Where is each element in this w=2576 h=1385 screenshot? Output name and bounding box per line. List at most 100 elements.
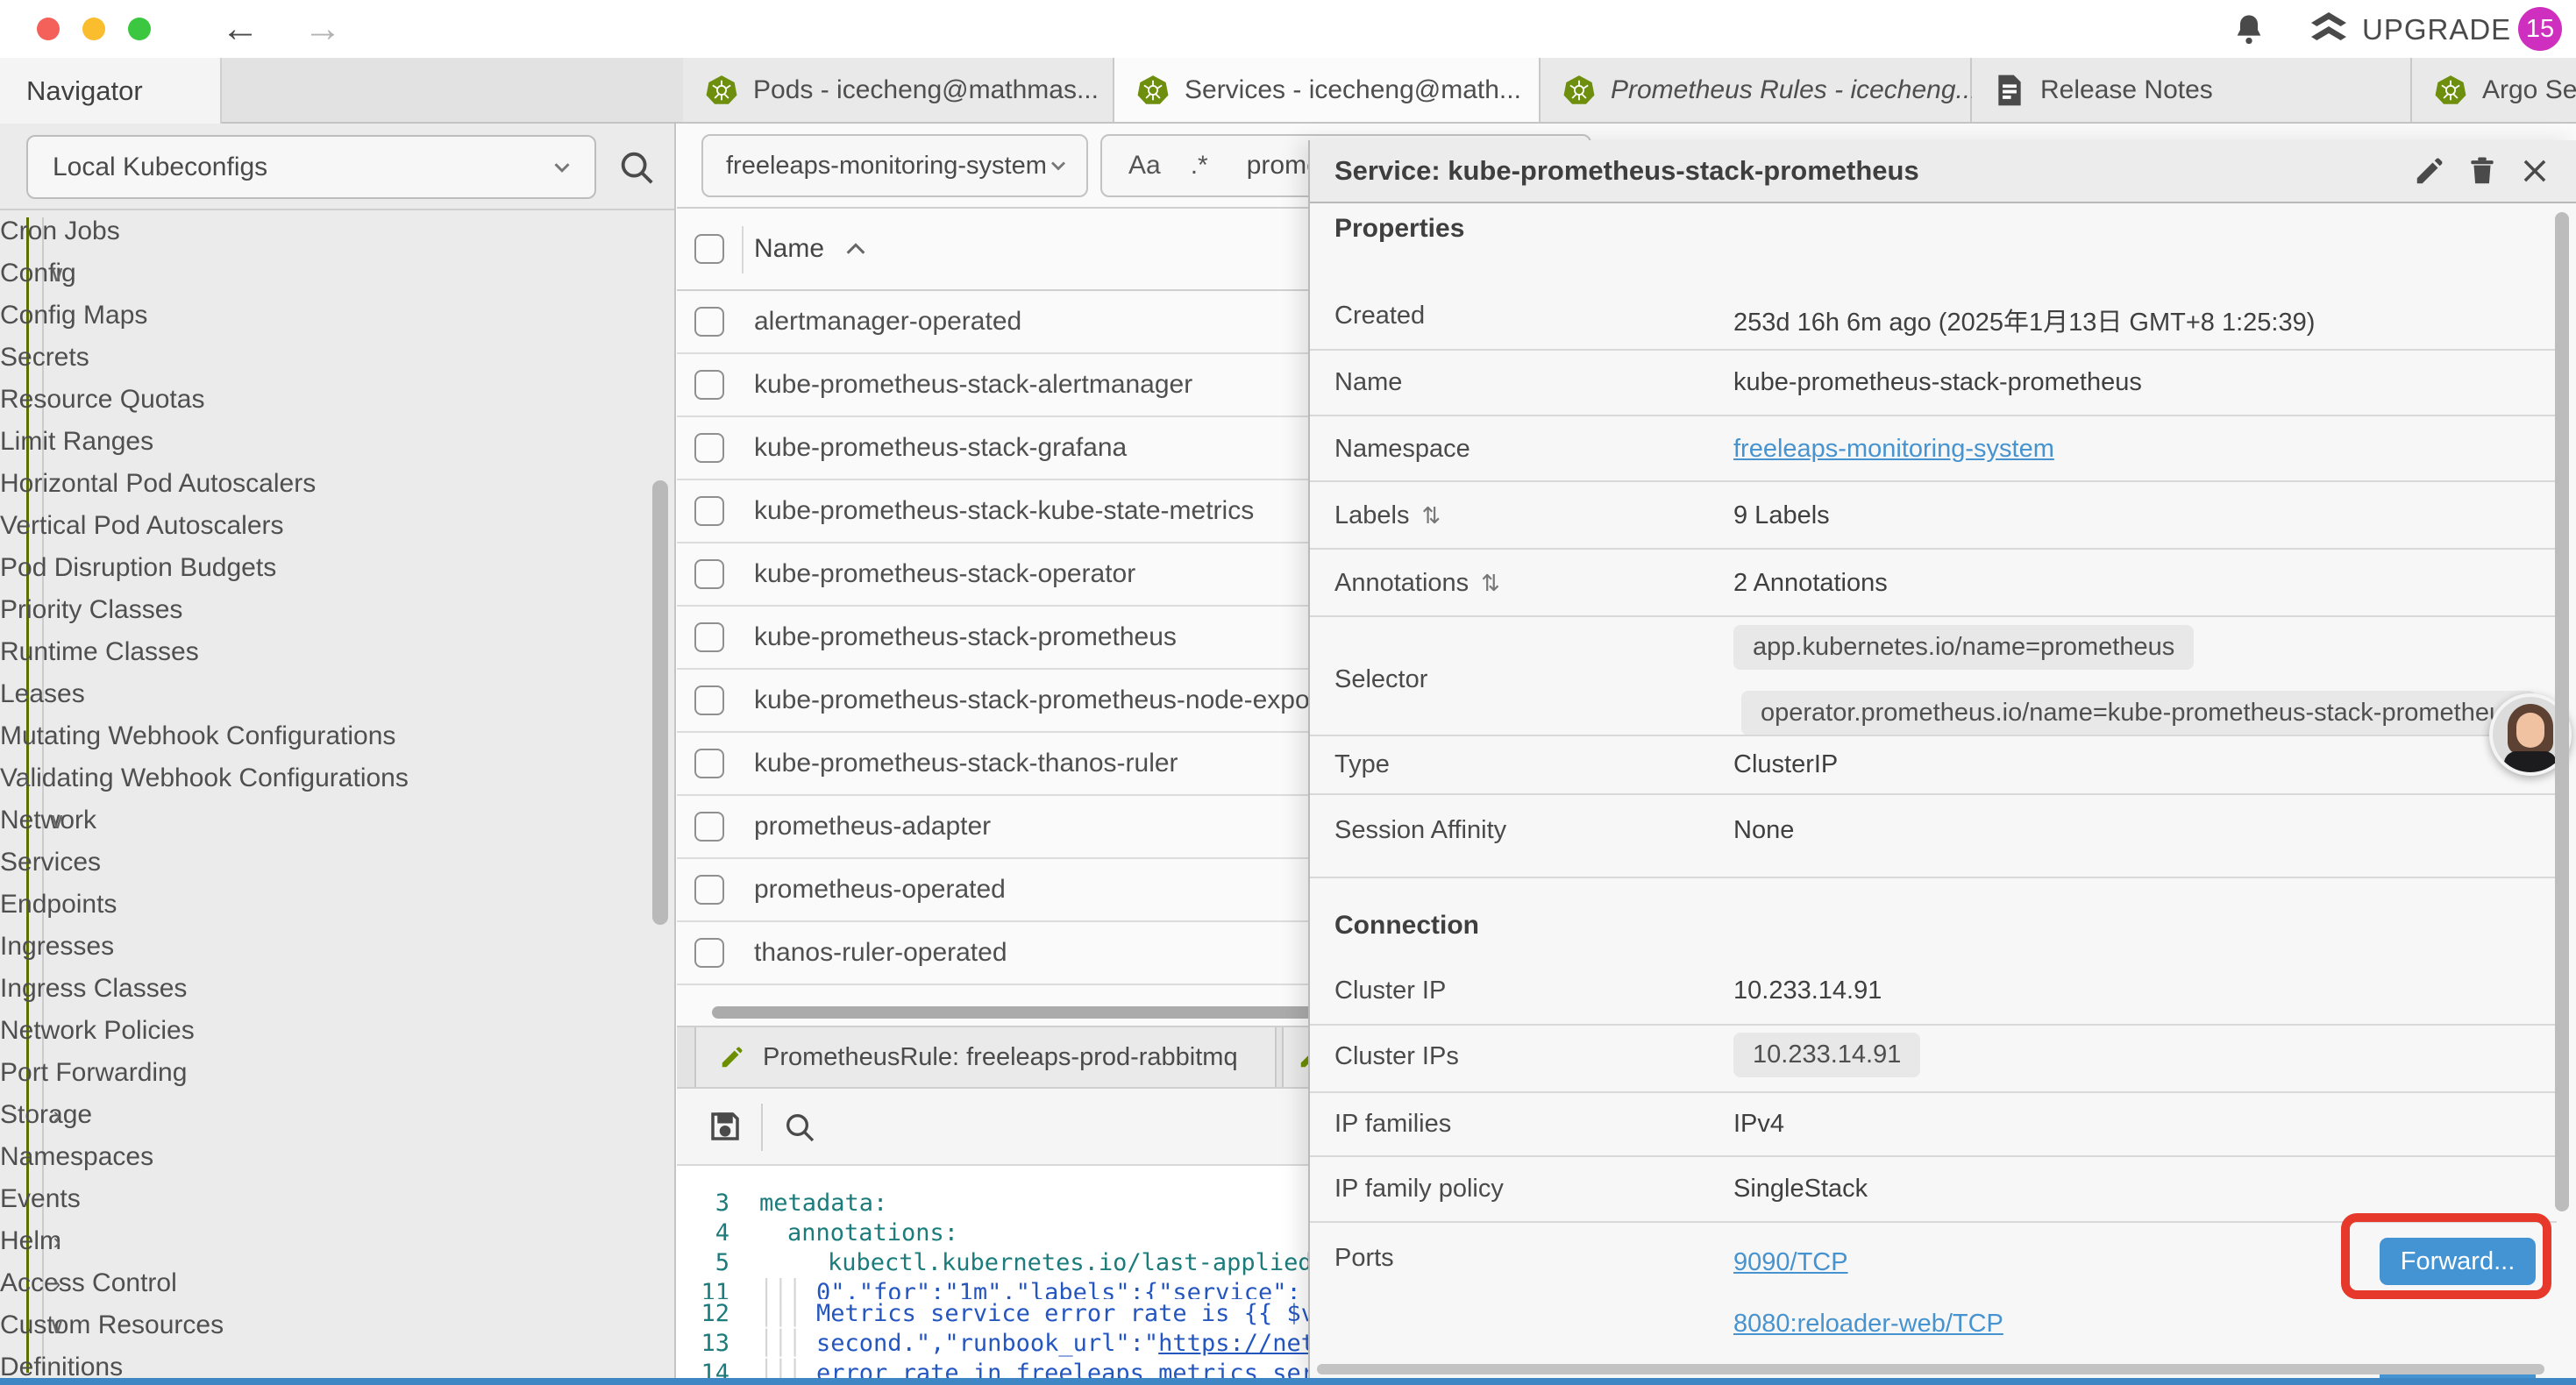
tab-navigator[interactable]: Navigator: [0, 58, 222, 124]
sidebar-item[interactable]: › Storage: [0, 1094, 674, 1136]
tree-chevron-icon[interactable]: ∨: [44, 260, 70, 288]
upgrade-button[interactable]: UPGRADE: [2308, 12, 2511, 47]
detail-panel-title: Service: kube-prometheus-stack-prometheu…: [1334, 155, 1919, 187]
row-divider: [1310, 877, 2557, 878]
row-checkbox[interactable]: [694, 496, 724, 526]
sidebar-item[interactable]: Namespaces: [0, 1136, 674, 1178]
maximize-window-button[interactable]: [128, 18, 151, 40]
sidebar-item[interactable]: Network Policies: [0, 1010, 674, 1052]
row-checkbox[interactable]: [694, 559, 724, 589]
sidebar-item[interactable]: Events: [0, 1178, 674, 1220]
sidebar-item-label: Access Control: [0, 1268, 177, 1298]
sidebar-item[interactable]: ∨ Custom Resources: [0, 1304, 674, 1346]
tab-services[interactable]: Services - icecheng@math... ×: [1114, 58, 1541, 122]
labels-label: Labels ⇅: [1334, 501, 1441, 530]
match-case-toggle[interactable]: Aa: [1128, 151, 1161, 181]
sidebar-item[interactable]: Priority Classes: [0, 589, 674, 631]
row-checkbox[interactable]: [694, 370, 724, 400]
section-connection: Connection: [1334, 911, 1479, 941]
sidebar-item[interactable]: › Helm: [0, 1220, 674, 1262]
sidebar-item[interactable]: Runtime Classes: [0, 631, 674, 673]
tree-chevron-icon[interactable]: ∨: [44, 1312, 70, 1339]
annotation-highlight-box: [2341, 1213, 2551, 1299]
sort-toggle-icon[interactable]: ⇅: [1421, 502, 1441, 529]
row-divider: [1310, 1091, 2557, 1093]
sidebar-item[interactable]: ∨ ↑↓ ↑↓ Network: [0, 799, 674, 842]
row-checkbox[interactable]: [694, 875, 724, 905]
sidebar-item[interactable]: Secrets: [0, 337, 674, 379]
tab-release-notes[interactable]: Release Notes: [1972, 58, 2412, 122]
sidebar-item-label: Config Maps: [0, 301, 147, 330]
sidebar-scrollbar-thumb[interactable]: [652, 480, 668, 925]
minimize-window-button[interactable]: [82, 18, 105, 40]
sidebar-item[interactable]: Definitions: [0, 1346, 674, 1378]
sidebar-item[interactable]: Ingress Classes: [0, 968, 674, 1010]
line-number: 13: [677, 1329, 729, 1359]
runbook-url-link[interactable]: https://net: [1158, 1330, 1315, 1357]
sidebar-item[interactable]: Config Maps: [0, 295, 674, 337]
sidebar-item[interactable]: › Access Control: [0, 1262, 674, 1304]
namespace-link[interactable]: freeleaps-monitoring-system: [1733, 435, 2054, 464]
tab-label: Release Notes: [2040, 75, 2213, 105]
row-checkbox[interactable]: [694, 433, 724, 463]
tab-prometheus-rules[interactable]: Prometheus Rules - icecheng...: [1541, 58, 1972, 122]
panel-vertical-scrollbar[interactable]: [2555, 212, 2569, 1211]
sidebar-item-label: Vertical Pod Autoscalers: [0, 511, 284, 541]
row-checkbox[interactable]: [694, 307, 724, 337]
tree-chevron-icon[interactable]: ∨: [44, 807, 70, 835]
back-button[interactable]: ←: [221, 4, 260, 54]
row-checkbox[interactable]: [694, 812, 724, 842]
sort-toggle-icon[interactable]: ⇅: [1481, 570, 1500, 597]
code-text: metadata:: [759, 1189, 887, 1218]
sidebar-item[interactable]: Resource Quotas: [0, 379, 674, 421]
row-divider: [1310, 735, 2557, 736]
cluster-search-icon[interactable]: [616, 147, 657, 188]
tree-chevron-icon[interactable]: ›: [44, 1228, 70, 1255]
sidebar-item[interactable]: Endpoints: [0, 884, 674, 926]
row-checkbox[interactable]: [694, 749, 724, 778]
ip-families-value: IPv4: [1733, 1110, 1784, 1139]
namespace-selector[interactable]: freeleaps-monitoring-system: [701, 134, 1088, 197]
select-all-checkbox[interactable]: [694, 234, 724, 264]
sidebar-item[interactable]: Services: [0, 842, 674, 884]
save-icon[interactable]: [707, 1108, 744, 1145]
edit-pencil-icon[interactable]: [2413, 154, 2446, 188]
sidebar-item[interactable]: Vertical Pod Autoscalers: [0, 505, 674, 547]
sidebar-item[interactable]: Leases: [0, 673, 674, 715]
sidebar-item[interactable]: Horizontal Pod Autoscalers: [0, 463, 674, 505]
tab-pods[interactable]: Pods - icecheng@mathmas...: [683, 58, 1114, 122]
sidebar-item[interactable]: Validating Webhook Configurations: [0, 757, 674, 799]
row-checkbox[interactable]: [694, 622, 724, 652]
sidebar-item[interactable]: Limit Ranges: [0, 421, 674, 463]
tree-chevron-icon[interactable]: ›: [44, 1102, 70, 1129]
notification-count-badge[interactable]: 15: [2518, 7, 2562, 51]
row-checkbox[interactable]: [694, 938, 724, 968]
port-link-9090[interactable]: 9090/TCP: [1733, 1248, 1848, 1277]
editor-tab-prometheusrule[interactable]: PrometheusRule: freeleaps-prod-rabbitmq: [694, 1027, 1277, 1087]
row-checkbox[interactable]: [694, 685, 724, 715]
sidebar-item[interactable]: Mutating Webhook Configurations: [0, 715, 674, 757]
regex-toggle[interactable]: .*: [1191, 151, 1208, 181]
sidebar-item[interactable]: Pod Disruption Budgets: [0, 547, 674, 589]
port-link-8080[interactable]: 8080:reloader-web/TCP: [1733, 1310, 2003, 1339]
editor-search-icon[interactable]: [782, 1110, 817, 1145]
notifications-bell-icon[interactable]: [2231, 11, 2266, 49]
kubeconfig-selector[interactable]: Local Kubeconfigs: [26, 135, 596, 199]
tree-chevron-icon[interactable]: ›: [44, 1270, 70, 1297]
name-column-header[interactable]: Name: [754, 234, 868, 264]
sidebar-item[interactable]: ∨ ⚙ ⚙ Config: [0, 252, 674, 295]
sidebar-item-label: Leases: [0, 679, 85, 709]
ip-family-policy-label: IP family policy: [1334, 1175, 1504, 1204]
close-panel-icon[interactable]: [2518, 154, 2551, 188]
sidebar-item[interactable]: Ingresses: [0, 926, 674, 968]
close-window-button[interactable]: [37, 18, 60, 40]
tab-label: Argo Se: [2482, 75, 2576, 105]
forward-button[interactable]: →: [303, 4, 342, 54]
panel-horizontal-scrollbar[interactable]: [1317, 1364, 2544, 1374]
sidebar-item[interactable]: Port Forwarding: [0, 1052, 674, 1094]
delete-trash-icon[interactable]: [2466, 154, 2499, 188]
tab-argo[interactable]: Argo Se: [2412, 58, 2576, 122]
kubernetes-icon: [706, 75, 737, 106]
code-text: 0","for":"1m","labels":{"service":: [759, 1278, 1301, 1299]
sidebar-item[interactable]: Cron Jobs: [0, 210, 674, 252]
